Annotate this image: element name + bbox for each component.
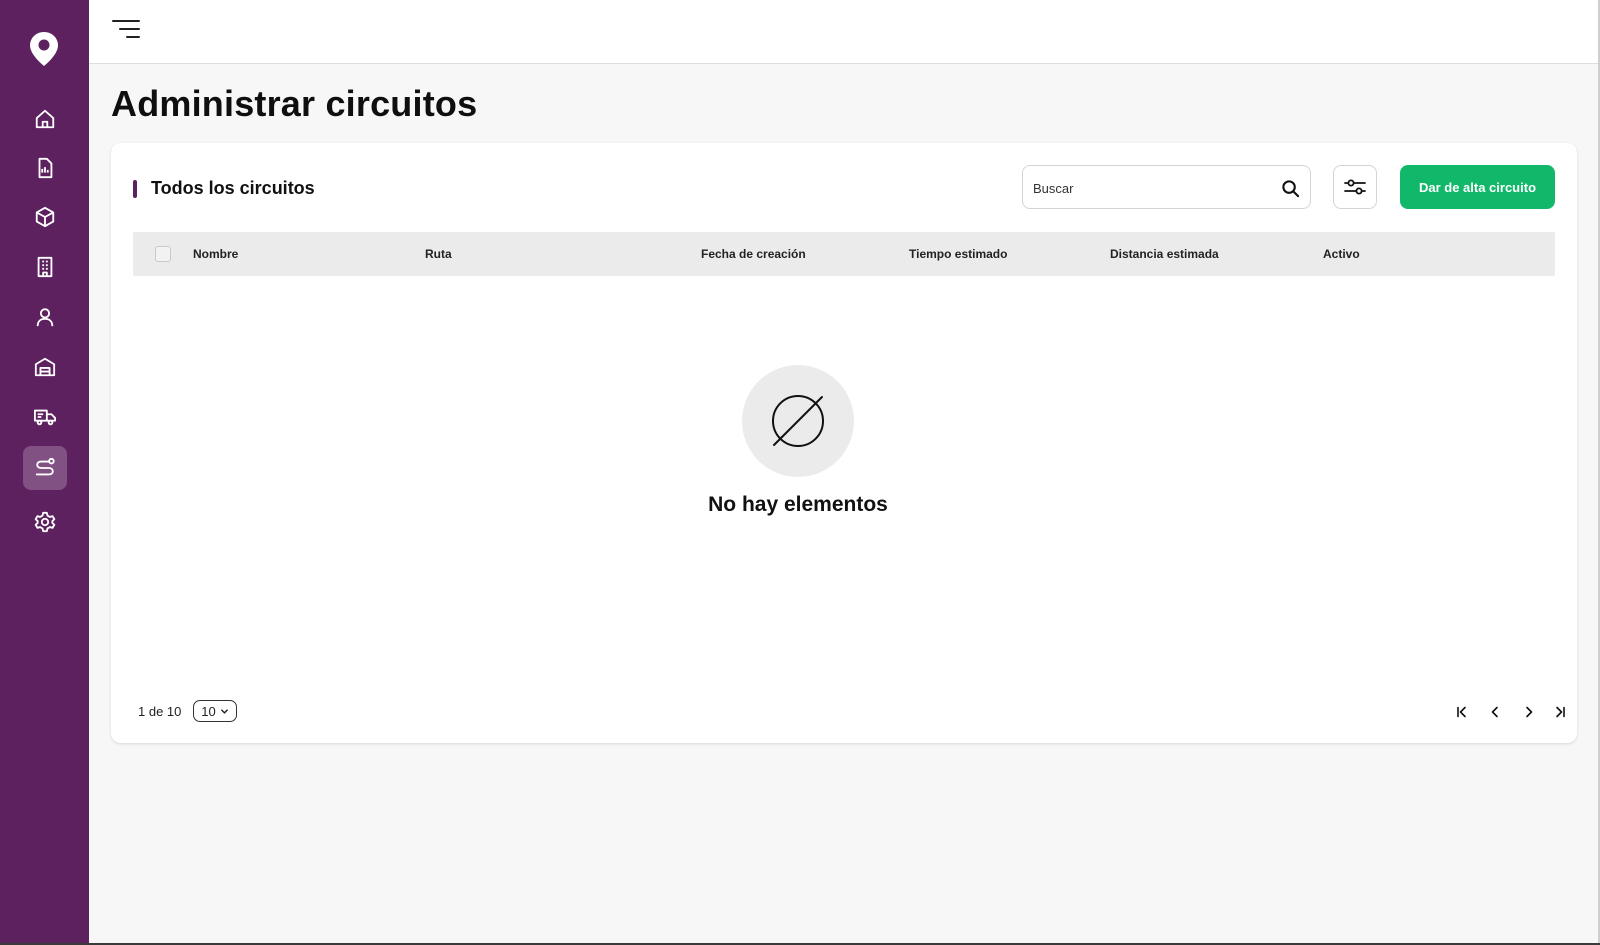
last-page-button[interactable] (1550, 702, 1570, 722)
map-pin-logo[interactable] (28, 30, 60, 68)
filter-button[interactable] (1333, 165, 1377, 209)
chevron-down-icon (220, 708, 228, 714)
add-circuit-button[interactable]: Dar de alta circuito (1400, 165, 1555, 209)
chevron-right-icon (1526, 706, 1533, 718)
top-bar (89, 0, 1598, 64)
empty-set-icon (772, 395, 824, 447)
sidebar-item-buildings[interactable] (23, 245, 67, 289)
column-header-nombre[interactable]: Nombre (193, 247, 238, 261)
previous-page-button[interactable] (1485, 702, 1505, 722)
sidebar-item-settings[interactable] (23, 500, 67, 544)
search-icon[interactable] (1281, 179, 1300, 198)
last-page-icon (1556, 706, 1565, 718)
first-page-button[interactable] (1452, 702, 1472, 722)
sidebar-item-users[interactable] (23, 295, 67, 339)
column-header-tiempo[interactable]: Tiempo estimado (909, 247, 1007, 261)
package-icon (35, 206, 55, 228)
pagination-info: 1 de 10 (138, 704, 182, 719)
column-header-fecha[interactable]: Fecha de creación (701, 247, 806, 261)
empty-state-text: No hay elementos (708, 493, 888, 516)
warehouse-icon (34, 357, 56, 377)
search-box (1022, 165, 1311, 209)
column-header-activo[interactable]: Activo (1323, 247, 1360, 261)
sidebar-item-trucks[interactable] (23, 395, 67, 439)
sidebar-item-home[interactable] (23, 97, 67, 141)
table-header: Nombre Ruta Fecha de creación Tiempo est… (133, 232, 1555, 276)
home-icon (35, 109, 55, 129)
filter-sliders-icon (1344, 179, 1366, 195)
building-icon (37, 256, 53, 278)
column-header-ruta[interactable]: Ruta (425, 247, 452, 261)
search-input[interactable] (1033, 176, 1273, 200)
empty-state-badge (742, 365, 854, 477)
column-header-distancia[interactable]: Distancia estimada (1110, 247, 1219, 261)
sidebar-item-packages[interactable] (23, 195, 67, 239)
select-all-checkbox[interactable] (155, 246, 171, 262)
settings-icon (34, 511, 56, 533)
circuits-card: Todos los circuitos Dar de alta circuito… (111, 143, 1577, 743)
sidebar-item-reports[interactable] (23, 146, 67, 190)
route-icon (35, 457, 55, 476)
sidebar-item-circuits[interactable] (23, 446, 67, 490)
first-page-icon (1457, 706, 1466, 718)
report-icon (38, 157, 53, 179)
sidebar (0, 0, 89, 943)
title-accent-bar (133, 180, 137, 198)
page-size-value: 10 (201, 703, 216, 719)
user-icon (36, 308, 54, 327)
chevron-left-icon (1491, 706, 1498, 718)
page-title: Administrar circuitos (111, 83, 478, 124)
truck-icon (34, 409, 56, 426)
next-page-button[interactable] (1519, 702, 1539, 722)
hamburger-menu-icon[interactable] (111, 18, 141, 40)
page-size-select[interactable]: 10 (193, 700, 237, 722)
sidebar-item-warehouses[interactable] (23, 345, 67, 389)
card-title: Todos los circuitos (151, 178, 315, 198)
